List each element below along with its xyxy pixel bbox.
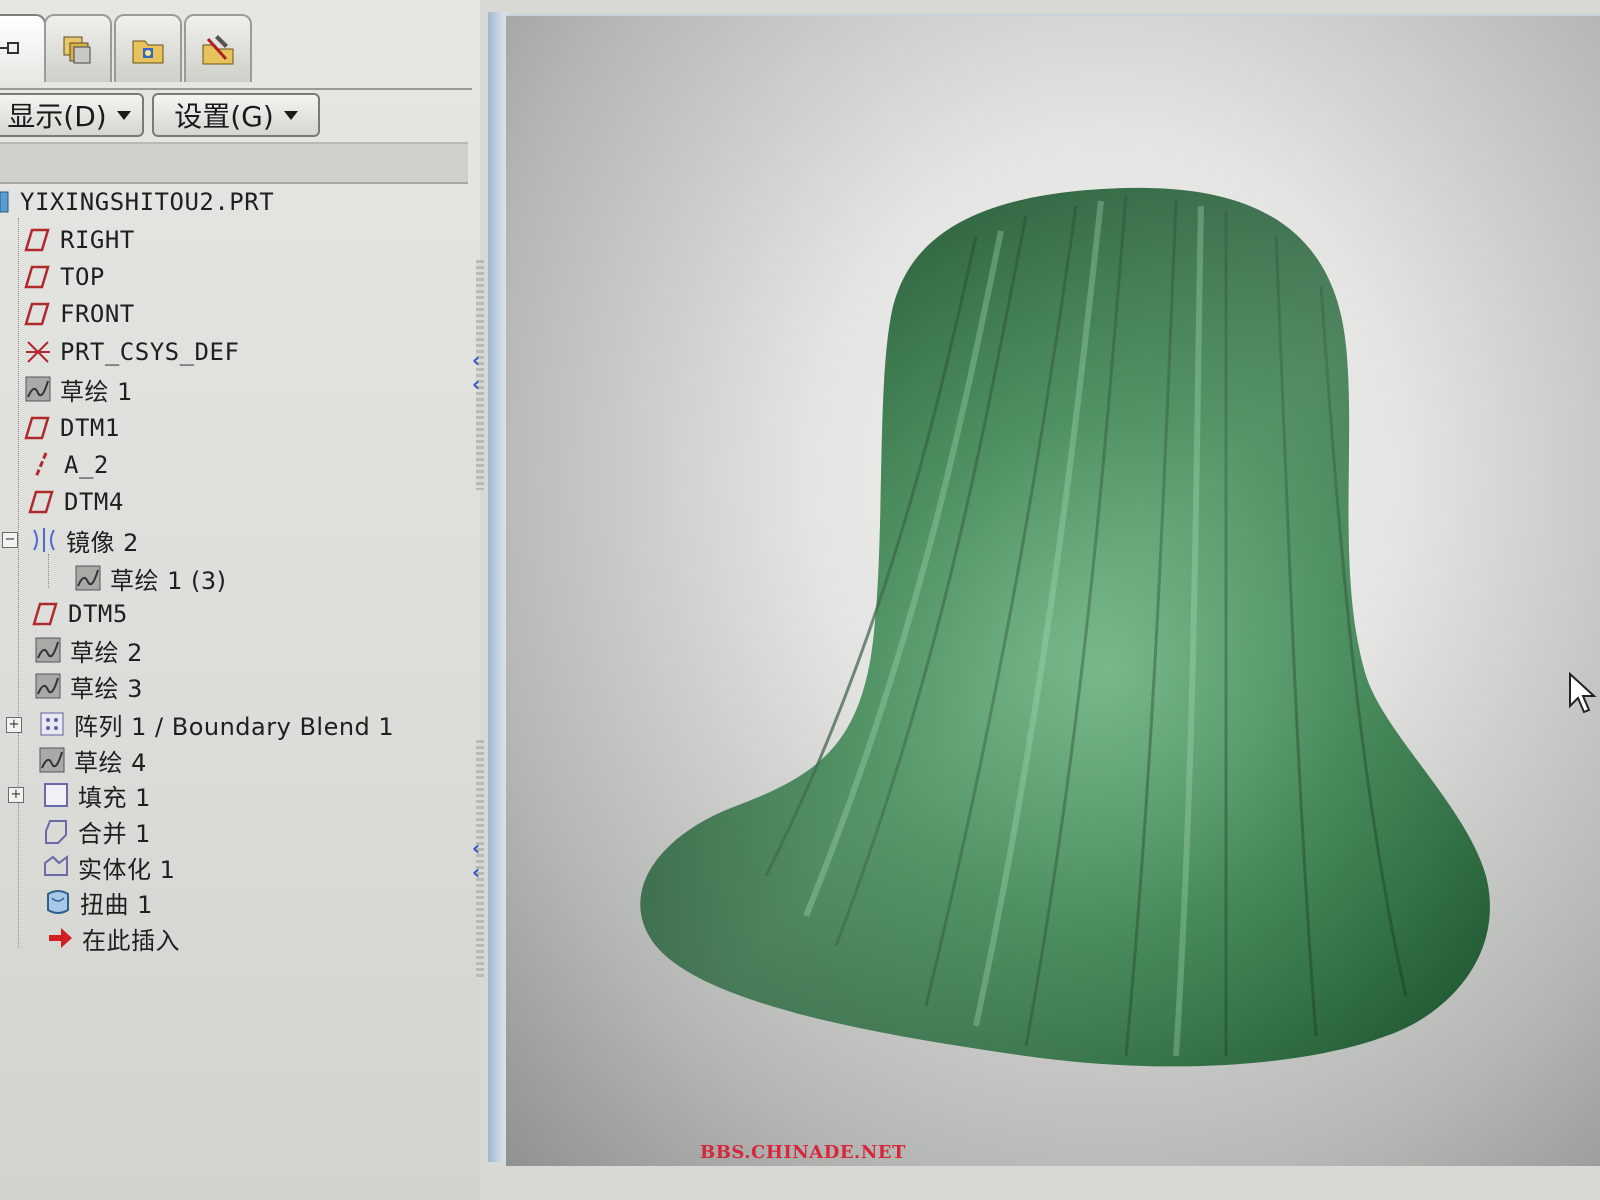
model-tree: YIXINGSHITOU2.PRT RIGHT TOP FRONT PRT_CS… [0, 182, 470, 1182]
datum-plane-icon [24, 265, 50, 289]
model-tree-tab[interactable] [0, 14, 46, 82]
tree-guide-line [18, 218, 19, 948]
sketch-icon [35, 673, 61, 699]
navigator-menubar: 显示(D) 设置(G) [0, 88, 472, 140]
tree-item-csys[interactable]: PRT_CSYS_DEF [24, 334, 484, 370]
datum-axis-icon [34, 452, 48, 478]
layers-icon [63, 36, 91, 64]
tree-item-warp-1[interactable]: 扭曲 1 [44, 884, 504, 920]
tree-item-sketch-2[interactable]: 草绘 2 [34, 632, 494, 668]
tree-item-right[interactable]: RIGHT [24, 222, 484, 258]
datum-plane-icon [24, 416, 50, 440]
model-render [640, 187, 1490, 1067]
tree-item-solidify-1[interactable]: 实体化 1 [42, 849, 502, 885]
model-tree-icon [0, 42, 19, 54]
datum-plane-icon [28, 490, 54, 514]
tree-item-merge-1[interactable]: 合并 1 [42, 813, 502, 849]
tree-item-top[interactable]: TOP [24, 259, 484, 295]
navigator-panel: 显示(D) 设置(G) YIXINGSHITOU2.PRT RIGHT TOP [0, 0, 498, 1200]
surface-sheen [640, 187, 1490, 1067]
collapse-left-icon[interactable]: ‹ [472, 372, 480, 396]
sketch-icon [35, 637, 61, 663]
tree-item-label: PRT_CSYS_DEF [60, 338, 240, 366]
tree-item-label: A_2 [64, 451, 109, 479]
datum-plane-icon [24, 228, 50, 252]
mirror-icon [33, 528, 55, 552]
folder-browser-tab[interactable] [114, 14, 182, 82]
expand-toggle[interactable]: + [6, 717, 22, 733]
tools-folder-icon [202, 35, 234, 65]
fill-icon [44, 783, 68, 807]
tools-tab[interactable] [184, 14, 252, 82]
tree-item-label: DTM4 [64, 488, 124, 516]
datum-plane-icon [24, 302, 50, 326]
tree-item-label: 镜像 2 [66, 528, 139, 557]
tree-root[interactable]: YIXINGSHITOU2.PRT [0, 184, 460, 220]
tree-item-label: DTM1 [60, 414, 120, 442]
part-icon [0, 191, 9, 213]
tree-item-a2[interactable]: A_2 [28, 447, 488, 483]
warp-icon [47, 890, 69, 914]
settings-menu-button[interactable]: 设置(G) [152, 93, 320, 137]
settings-menu-label: 设置(G) [174, 100, 274, 133]
tree-item-pattern-1[interactable]: 阵列 1 / Boundary Blend 1 [38, 706, 498, 742]
solidify-icon [44, 855, 68, 876]
collapse-left-icon[interactable]: ‹ [472, 348, 480, 372]
tree-item-label: 草绘 1 [60, 377, 133, 406]
expand-toggle[interactable]: + [8, 787, 24, 803]
mouse-pointer-icon [1569, 672, 1597, 714]
tree-item-label: TOP [60, 263, 105, 291]
tree-item-sketch-4[interactable]: 草绘 4 [38, 742, 498, 778]
tree-item-label: 合并 1 [78, 819, 151, 848]
tree-item-label: 草绘 1 (3) [110, 566, 227, 595]
datum-plane-icon [32, 602, 58, 626]
tree-item-dtm1[interactable]: DTM1 [24, 410, 484, 446]
sketch-icon [25, 376, 51, 402]
graphics-viewport[interactable] [506, 14, 1600, 1166]
tree-item-label: 草绘 2 [70, 638, 143, 667]
tree-guide-line [48, 554, 49, 588]
tree-header-bar [0, 142, 468, 184]
pattern-icon [40, 712, 64, 736]
tree-item-sketch-1[interactable]: 草绘 1 [24, 371, 484, 407]
chevron-down-icon [116, 110, 131, 120]
tree-item-fill-1[interactable]: 填充 1 [42, 777, 502, 813]
watermark-text: BBS.CHINADE.NET [700, 1142, 906, 1163]
tree-item-front[interactable]: FRONT [24, 296, 484, 332]
tree-item-label: 阵列 1 / Boundary Blend 1 [74, 712, 395, 741]
sketch-icon [75, 565, 101, 591]
tree-item-insert-here[interactable]: 在此插入 [46, 920, 506, 956]
chevron-down-icon [283, 110, 298, 120]
tree-item-label: 草绘 3 [70, 674, 143, 703]
tree-item-mirror-2[interactable]: 镜像 2 [30, 522, 490, 558]
tree-item-label: 在此插入 [82, 926, 180, 955]
tree-item-label: FRONT [60, 300, 135, 328]
navigator-tabs [0, 8, 470, 84]
tree-item-sketch-3[interactable]: 草绘 3 [34, 668, 494, 704]
layers-tab[interactable] [44, 14, 112, 82]
merge-icon [45, 820, 67, 844]
tree-root-label: YIXINGSHITOU2.PRT [20, 188, 275, 216]
tree-item-dtm5[interactable]: DTM5 [32, 596, 492, 632]
display-menu-button[interactable]: 显示(D) [0, 93, 144, 137]
csys-icon [26, 341, 50, 363]
collapse-left-icon[interactable]: ‹ [472, 860, 480, 884]
viewport-frame [488, 12, 508, 1162]
sketch-icon [39, 747, 65, 773]
insert-here-arrow-icon [49, 928, 72, 948]
collapse-left-icon[interactable]: ‹ [472, 836, 480, 860]
folder-icon [132, 40, 164, 64]
tree-item-dtm4[interactable]: DTM4 [28, 484, 488, 520]
display-menu-label: 显示(D) [7, 100, 107, 133]
tree-item-label: 扭曲 1 [80, 890, 153, 919]
tree-item-label: 草绘 4 [74, 748, 147, 777]
tree-item-label: DTM5 [68, 600, 128, 628]
tree-item-label: 填充 1 [78, 783, 151, 812]
tree-item-label: RIGHT [60, 226, 135, 254]
tree-item-label: 实体化 1 [78, 855, 176, 884]
tree-item-sketch-1-copy[interactable]: 草绘 1 (3) [74, 560, 534, 596]
collapse-toggle[interactable]: − [2, 532, 18, 548]
